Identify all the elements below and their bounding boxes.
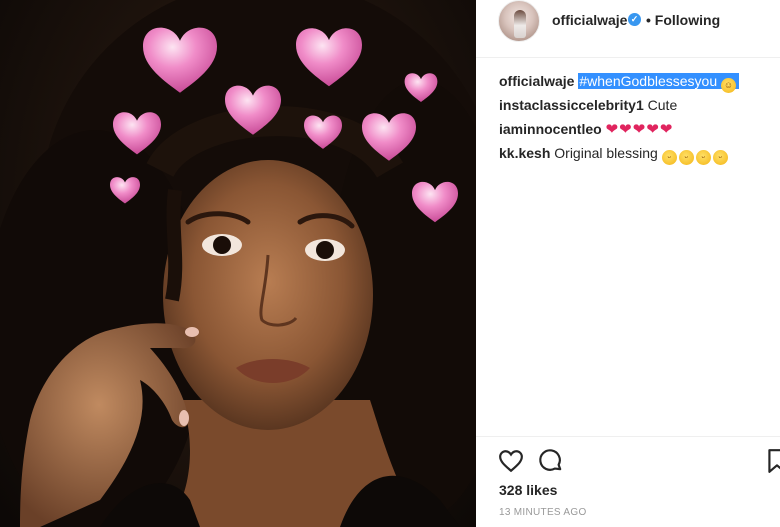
comment-item: iaminnocentleo ❤❤❤❤❤	[499, 120, 780, 144]
hashtag-link[interactable]: #whenGodblessesyou ☺	[578, 73, 740, 93]
red-heart-emoji-icon: ❤	[632, 121, 646, 138]
heart-emoji-row: ❤❤❤❤❤	[605, 121, 674, 138]
comment-username[interactable]: officialwaje	[499, 73, 574, 89]
follow-status[interactable]: • Following	[646, 12, 720, 28]
face-savoring-food-emoji-icon: ᵕ	[678, 150, 694, 165]
heart-outline-icon[interactable]	[498, 448, 524, 474]
header-divider	[476, 57, 780, 58]
avatar[interactable]	[498, 0, 540, 42]
comments-list: officialwaje #whenGodblessesyou ☺ instac…	[499, 72, 780, 168]
follow-status-label: Following	[654, 12, 721, 28]
post-author-username[interactable]: officialwaje	[552, 12, 627, 28]
smiling-face-with-hearts-emoji-icon: ☺	[721, 78, 737, 93]
red-heart-emoji-icon: ❤	[619, 121, 632, 138]
comment-username[interactable]: kk.kesh	[499, 145, 550, 161]
actions-divider	[476, 436, 780, 437]
comment-item: kk.kesh Original blessing ᵕᵕᵕᵕ	[499, 144, 780, 168]
post-photo[interactable]	[0, 0, 476, 527]
face-savoring-food-emoji-icon: ᵕ	[712, 150, 728, 165]
comment-text: Cute	[647, 97, 678, 113]
face-savoring-food-emoji-icon: ᵕ	[695, 150, 711, 165]
comment-icon[interactable]	[538, 448, 564, 474]
red-heart-emoji-icon: ❤	[646, 121, 659, 138]
post-side-panel: officialwaje ✓ • Following officialwaje …	[476, 0, 780, 527]
verified-badge-icon: ✓	[628, 13, 641, 26]
hashtag-text: #whenGodblessesyou	[579, 73, 718, 89]
bookmark-icon[interactable]	[764, 448, 780, 474]
comment-text: Original blessing	[554, 145, 658, 161]
likes-count[interactable]: 328 likes	[499, 482, 557, 498]
emoji-row: ᵕᵕᵕᵕ	[661, 145, 730, 165]
post-photo-illustration	[0, 0, 476, 527]
face-savoring-food-emoji-icon: ᵕ	[661, 150, 677, 165]
comment-item: instaclassiccelebrity1 Cute	[499, 96, 780, 120]
follow-separator: •	[646, 12, 651, 28]
red-heart-emoji-icon: ❤	[605, 121, 619, 138]
comment-caption: officialwaje #whenGodblessesyou ☺	[499, 72, 780, 96]
comment-username[interactable]: iaminnocentleo	[499, 121, 602, 137]
red-heart-emoji-icon: ❤	[659, 121, 673, 138]
post-timestamp: 13 MINUTES AGO	[499, 507, 587, 518]
comment-username[interactable]: instaclassiccelebrity1	[499, 97, 644, 113]
post-header: officialwaje ✓ • Following	[476, 0, 780, 44]
